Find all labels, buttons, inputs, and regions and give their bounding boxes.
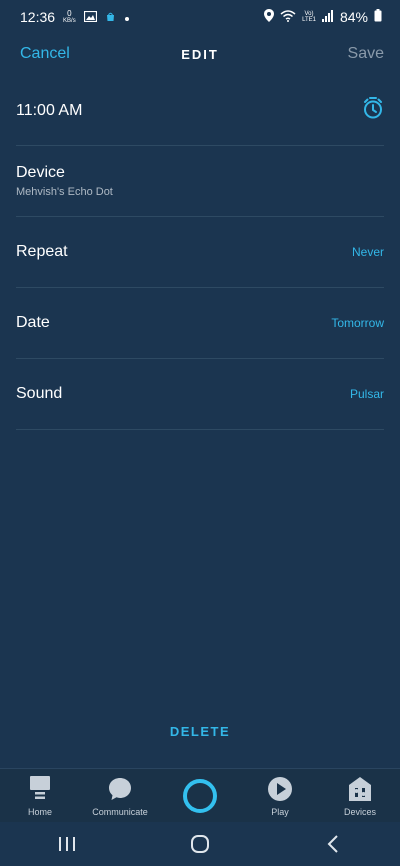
home-button[interactable]: [170, 826, 230, 862]
sound-row[interactable]: Sound Pulsar: [16, 359, 384, 430]
play-icon: [267, 775, 293, 803]
sound-value: Pulsar: [349, 387, 384, 401]
battery-percent: 84%: [339, 9, 368, 25]
header: Cancel EDIT Save: [0, 34, 400, 74]
recent-apps-icon: [58, 837, 75, 851]
back-button[interactable]: [303, 826, 363, 862]
status-left: 12:36 0 KB/s: [20, 9, 130, 25]
device-row[interactable]: Device Mehvish's Echo Dot: [16, 146, 384, 217]
nav-devices-label: Devices: [343, 806, 376, 817]
devices-icon: [347, 775, 373, 803]
shopping-bag-icon: [105, 9, 116, 25]
device-value: Mehvish's Echo Dot: [16, 186, 113, 198]
alarm-clock-icon[interactable]: [362, 96, 384, 125]
recent-apps-button[interactable]: [37, 826, 97, 862]
signal-icon: [321, 9, 334, 25]
home-circle-icon: [190, 835, 209, 853]
alarm-time-row[interactable]: 11:00 AM: [16, 76, 384, 146]
status-right: Vo) LTE1 84%: [264, 9, 382, 25]
repeat-row[interactable]: Repeat Never: [16, 217, 384, 288]
wifi-icon: [280, 9, 296, 25]
status-bar: 12:36 0 KB/s Vo) LTE1 84%: [0, 0, 400, 34]
network-type: Vo) LTE1: [302, 11, 316, 23]
network-speed: 0 KB/s: [63, 9, 76, 25]
nav-devices[interactable]: Devices: [324, 775, 396, 817]
device-label: Device: [16, 164, 65, 181]
sound-label: Sound: [16, 385, 63, 402]
repeat-label: Repeat: [16, 243, 68, 260]
alarm-time: 11:00 AM: [16, 101, 83, 119]
network-speed-value: 0: [67, 9, 72, 18]
save-button[interactable]: Save: [348, 45, 384, 63]
nav-home[interactable]: Home: [4, 775, 76, 817]
nav-play-label: Play: [271, 806, 289, 817]
cancel-button[interactable]: Cancel: [20, 45, 70, 63]
date-value: Tomorrow: [331, 316, 384, 330]
device-info: Device Mehvish's Echo Dot: [16, 164, 113, 198]
date-row[interactable]: Date Tomorrow: [16, 288, 384, 359]
battery-icon: [374, 9, 382, 25]
alexa-icon: [183, 777, 217, 815]
nav-alexa[interactable]: [164, 777, 236, 815]
nav-home-label: Home: [27, 806, 52, 817]
dot-icon: [124, 9, 130, 25]
home-icon: [28, 775, 52, 803]
status-time: 12:36: [20, 9, 56, 25]
gallery-icon: [83, 9, 97, 25]
nav-communicate-label: Communicate: [92, 806, 148, 817]
nav-communicate[interactable]: Communicate: [84, 775, 156, 817]
date-label: Date: [16, 314, 50, 331]
delete-button[interactable]: DELETE: [0, 724, 400, 739]
nav-play[interactable]: Play: [244, 775, 316, 817]
location-icon: [264, 9, 275, 25]
network-speed-unit: KB/s: [63, 18, 76, 24]
back-chevron-icon: [327, 835, 339, 853]
network-type-lte: LTE1: [302, 17, 316, 23]
chat-bubble-icon: [107, 775, 133, 803]
bottom-nav: Home Communicate Play Devices: [0, 768, 400, 822]
repeat-value: Never: [351, 245, 384, 259]
system-nav: [0, 822, 400, 866]
